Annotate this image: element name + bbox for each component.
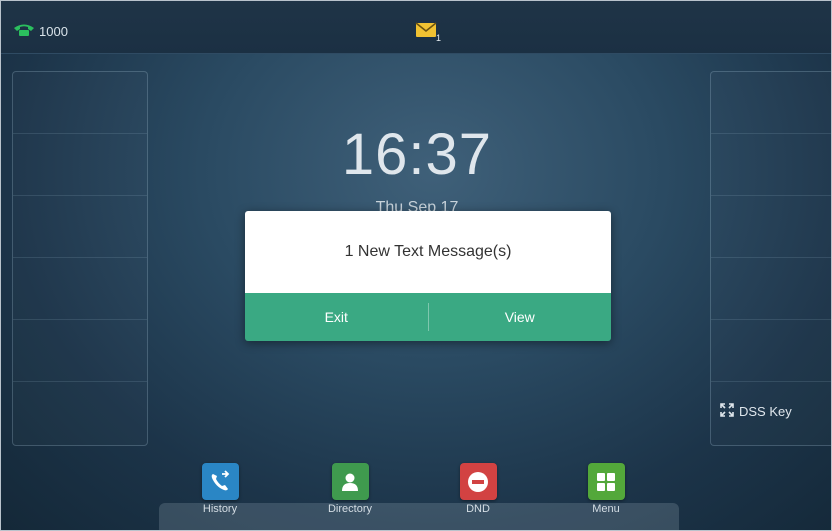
- line-key-slot[interactable]: [13, 72, 147, 134]
- grid-menu-icon: [587, 463, 625, 500]
- dock-label: History: [202, 503, 238, 515]
- expand-arrows-icon: [719, 402, 735, 421]
- new-message-dialog: 1 New Text Message(s) Exit View: [245, 211, 611, 341]
- phone-handset-icon: [13, 23, 35, 40]
- line-key-slot[interactable]: [13, 320, 147, 382]
- dialog-actions: Exit View: [245, 293, 611, 341]
- dss-key-label: DSS Key: [739, 404, 792, 419]
- exit-button[interactable]: Exit: [245, 293, 428, 341]
- clock-time: 16:37: [341, 122, 493, 187]
- dock-label: Directory: [327, 503, 372, 515]
- line-key-slot[interactable]: [711, 134, 831, 196]
- dock-label: DND: [466, 503, 490, 515]
- right-line-keys-panel: [710, 71, 831, 446]
- dock-menu[interactable]: Menu: [561, 463, 651, 515]
- account-number: 1000: [39, 24, 68, 39]
- account-indicator[interactable]: 1000: [13, 23, 68, 40]
- line-key-slot[interactable]: [13, 258, 147, 320]
- dock-directory[interactable]: Directory: [305, 463, 395, 515]
- status-bar: 1000 1: [1, 1, 831, 54]
- no-entry-icon: [459, 463, 497, 500]
- message-count: 1: [436, 33, 442, 43]
- view-button[interactable]: View: [429, 293, 612, 341]
- line-key-slot[interactable]: [711, 258, 831, 320]
- line-key-slot[interactable]: [13, 134, 147, 196]
- line-key-slot[interactable]: [13, 196, 147, 258]
- phone-screen: 1000 1 16:37 Thu Sep 17 DSS Key History …: [0, 0, 832, 531]
- call-history-icon: [201, 463, 239, 500]
- line-key-slot[interactable]: [711, 196, 831, 258]
- dock-dnd[interactable]: DND: [433, 463, 523, 515]
- dock-history[interactable]: History: [175, 463, 265, 515]
- dock-label: Menu: [592, 503, 620, 515]
- left-line-keys-panel: [12, 71, 148, 446]
- line-key-slot[interactable]: [711, 72, 831, 134]
- dialog-message: 1 New Text Message(s): [245, 211, 611, 293]
- dss-key-button[interactable]: DSS Key: [719, 402, 792, 421]
- contact-person-icon: [331, 463, 369, 500]
- line-key-slot[interactable]: [711, 320, 831, 382]
